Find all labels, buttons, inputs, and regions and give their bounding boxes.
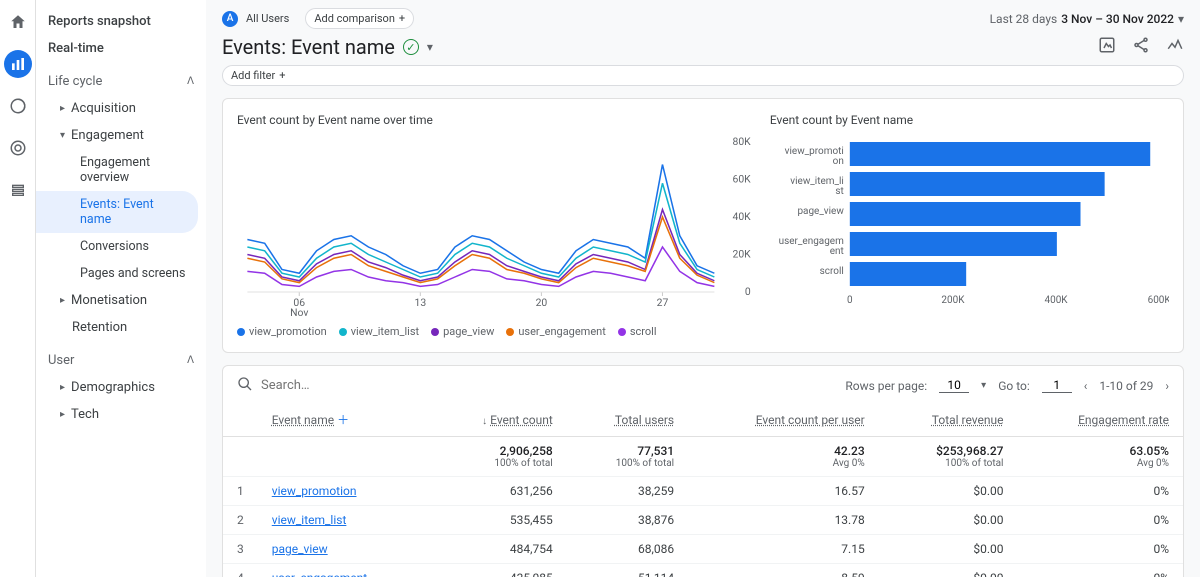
chevron-down-icon: ▾ [60, 130, 65, 141]
svg-text:20K: 20K [733, 250, 752, 261]
bar-chart-title: Event count by Event name [770, 113, 1169, 127]
sidebar-item-engagement[interactable]: ▾Engagement [36, 122, 206, 149]
col-revenue[interactable]: Total revenue [932, 413, 1004, 427]
svg-text:Nov: Nov [290, 308, 308, 317]
explore-icon[interactable] [4, 92, 32, 120]
sidebar-section-lifecycle[interactable]: Life cycleᐱ [36, 68, 206, 95]
audience-badge: A [222, 11, 238, 27]
add-dimension-button[interactable]: ＋ [337, 413, 349, 427]
line-chart: Event count by Event name over time 0 20K… [237, 113, 756, 338]
configure-icon[interactable] [4, 176, 32, 204]
sidebar-section-user[interactable]: Userᐱ [36, 347, 206, 374]
plus-icon: + [399, 12, 405, 25]
goto-input[interactable] [1042, 378, 1072, 393]
chevron-right-icon: ▸ [60, 103, 65, 114]
chevron-down-icon[interactable]: ▾ [427, 40, 433, 54]
sidebar-item-conversions[interactable]: Conversions [36, 233, 206, 260]
insights-icon[interactable] [1166, 36, 1184, 58]
table-row: 1view_promotion631,25638,25916.57$0.000% [223, 477, 1183, 506]
chevron-up-icon: ᐱ [187, 355, 194, 366]
col-per-user[interactable]: Event count per user [756, 413, 865, 427]
event-link[interactable]: view_item_list [272, 513, 347, 527]
svg-text:st: st [835, 186, 843, 197]
advertising-icon[interactable] [4, 134, 32, 162]
prev-page-icon[interactable]: ‹ [1084, 379, 1088, 393]
rows-per-page-select[interactable] [939, 378, 969, 393]
svg-text:40K: 40K [733, 212, 752, 223]
sidebar-item-acquisition[interactable]: ▸Acquisition [36, 95, 206, 122]
main-content: A All Users Add comparison+ Last 28 days… [206, 0, 1200, 577]
reports-icon[interactable] [4, 50, 32, 78]
bar-chart: Event count by Event name view_promotion… [770, 113, 1169, 338]
svg-text:600K: 600K [1148, 295, 1169, 306]
sidebar-item-realtime[interactable]: Real-time [36, 35, 206, 62]
page-range: 1-10 of 29 [1099, 379, 1153, 393]
svg-text:0: 0 [745, 287, 751, 298]
event-link[interactable]: page_view [272, 542, 328, 556]
rows-per-page-label: Rows per page: [845, 379, 927, 393]
line-chart-title: Event count by Event name over time [237, 113, 756, 127]
table-row: 2view_item_list535,45538,87613.78$0.000% [223, 506, 1183, 535]
svg-text:page_view: page_view [797, 206, 844, 217]
all-users-chip[interactable]: All Users [246, 9, 297, 28]
share-icon[interactable] [1132, 36, 1150, 58]
page-title: Events: Event name ✓ ▾ [222, 35, 433, 59]
event-link[interactable]: user_engagement [272, 571, 367, 577]
chevron-down-icon: ▾ [1178, 12, 1184, 26]
nav-rail [0, 0, 36, 577]
col-total-users[interactable]: Total users [615, 413, 674, 427]
plus-icon: + [279, 69, 285, 82]
table-row: 3page_view484,75468,0867.15$0.000% [223, 535, 1183, 564]
sidebar-item-demographics[interactable]: ▸Demographics [36, 374, 206, 401]
event-link[interactable]: view_promotion [272, 484, 357, 498]
sidebar-item-tech[interactable]: ▸Tech [36, 401, 206, 428]
chevron-down-icon: ▾ [981, 380, 986, 391]
customize-icon[interactable] [1098, 36, 1116, 58]
chevron-right-icon: ▸ [60, 382, 65, 393]
next-page-icon[interactable]: › [1165, 379, 1169, 393]
svg-text:60K: 60K [733, 175, 752, 186]
sidebar-item-retention[interactable]: Retention [36, 314, 206, 341]
sidebar-item-events[interactable]: Events: Event name [36, 191, 198, 233]
svg-text:400K: 400K [1044, 295, 1068, 306]
chevron-right-icon: ▸ [60, 409, 65, 420]
svg-text:20: 20 [536, 298, 548, 309]
add-comparison-button[interactable]: Add comparison+ [305, 8, 414, 29]
svg-text:200K: 200K [941, 295, 965, 306]
table-row: 4user_engagement435,08551,1148.59$0.000% [223, 564, 1183, 577]
col-event-name[interactable]: Event name [272, 413, 334, 427]
sidebar-item-monetisation[interactable]: ▸Monetisation [36, 287, 206, 314]
home-icon[interactable] [4, 8, 32, 36]
search-input[interactable] [261, 378, 461, 393]
goto-label: Go to: [998, 379, 1030, 393]
svg-text:0: 0 [847, 295, 853, 306]
svg-text:13: 13 [415, 298, 427, 309]
chevron-up-icon: ᐱ [187, 76, 194, 87]
svg-text:scroll: scroll [820, 266, 844, 277]
sidebar: Reports snapshot Real-time Life cycleᐱ ▸… [36, 0, 206, 577]
legend-item[interactable]: view_item_list [339, 325, 419, 338]
date-range-picker[interactable]: Last 28 days 3 Nov – 30 Nov 2022 ▾ [990, 12, 1184, 26]
sidebar-item-pages[interactable]: Pages and screens [36, 260, 206, 287]
legend-item[interactable]: scroll [618, 325, 657, 338]
svg-text:80K: 80K [733, 137, 752, 148]
legend-item[interactable]: page_view [431, 325, 494, 338]
svg-text:on: on [833, 156, 844, 167]
data-table: Rows per page: ▾ Go to: ‹ 1-10 of 29 › E… [222, 365, 1184, 577]
verified-icon[interactable]: ✓ [403, 39, 419, 55]
legend-item[interactable]: user_engagement [506, 325, 606, 338]
svg-text:ent: ent [830, 246, 844, 257]
col-engagement[interactable]: Engagement rate [1078, 413, 1169, 427]
sidebar-item-engagement-overview[interactable]: Engagement overview [36, 149, 206, 191]
add-filter-button[interactable]: Add filter+ [222, 65, 1184, 86]
svg-text:27: 27 [657, 298, 669, 309]
legend-item[interactable]: view_promotion [237, 325, 327, 338]
chevron-right-icon: ▸ [60, 295, 65, 306]
col-event-count[interactable]: Event count [490, 413, 553, 427]
sidebar-item-reports-snapshot[interactable]: Reports snapshot [36, 8, 206, 35]
search-icon [237, 376, 253, 395]
